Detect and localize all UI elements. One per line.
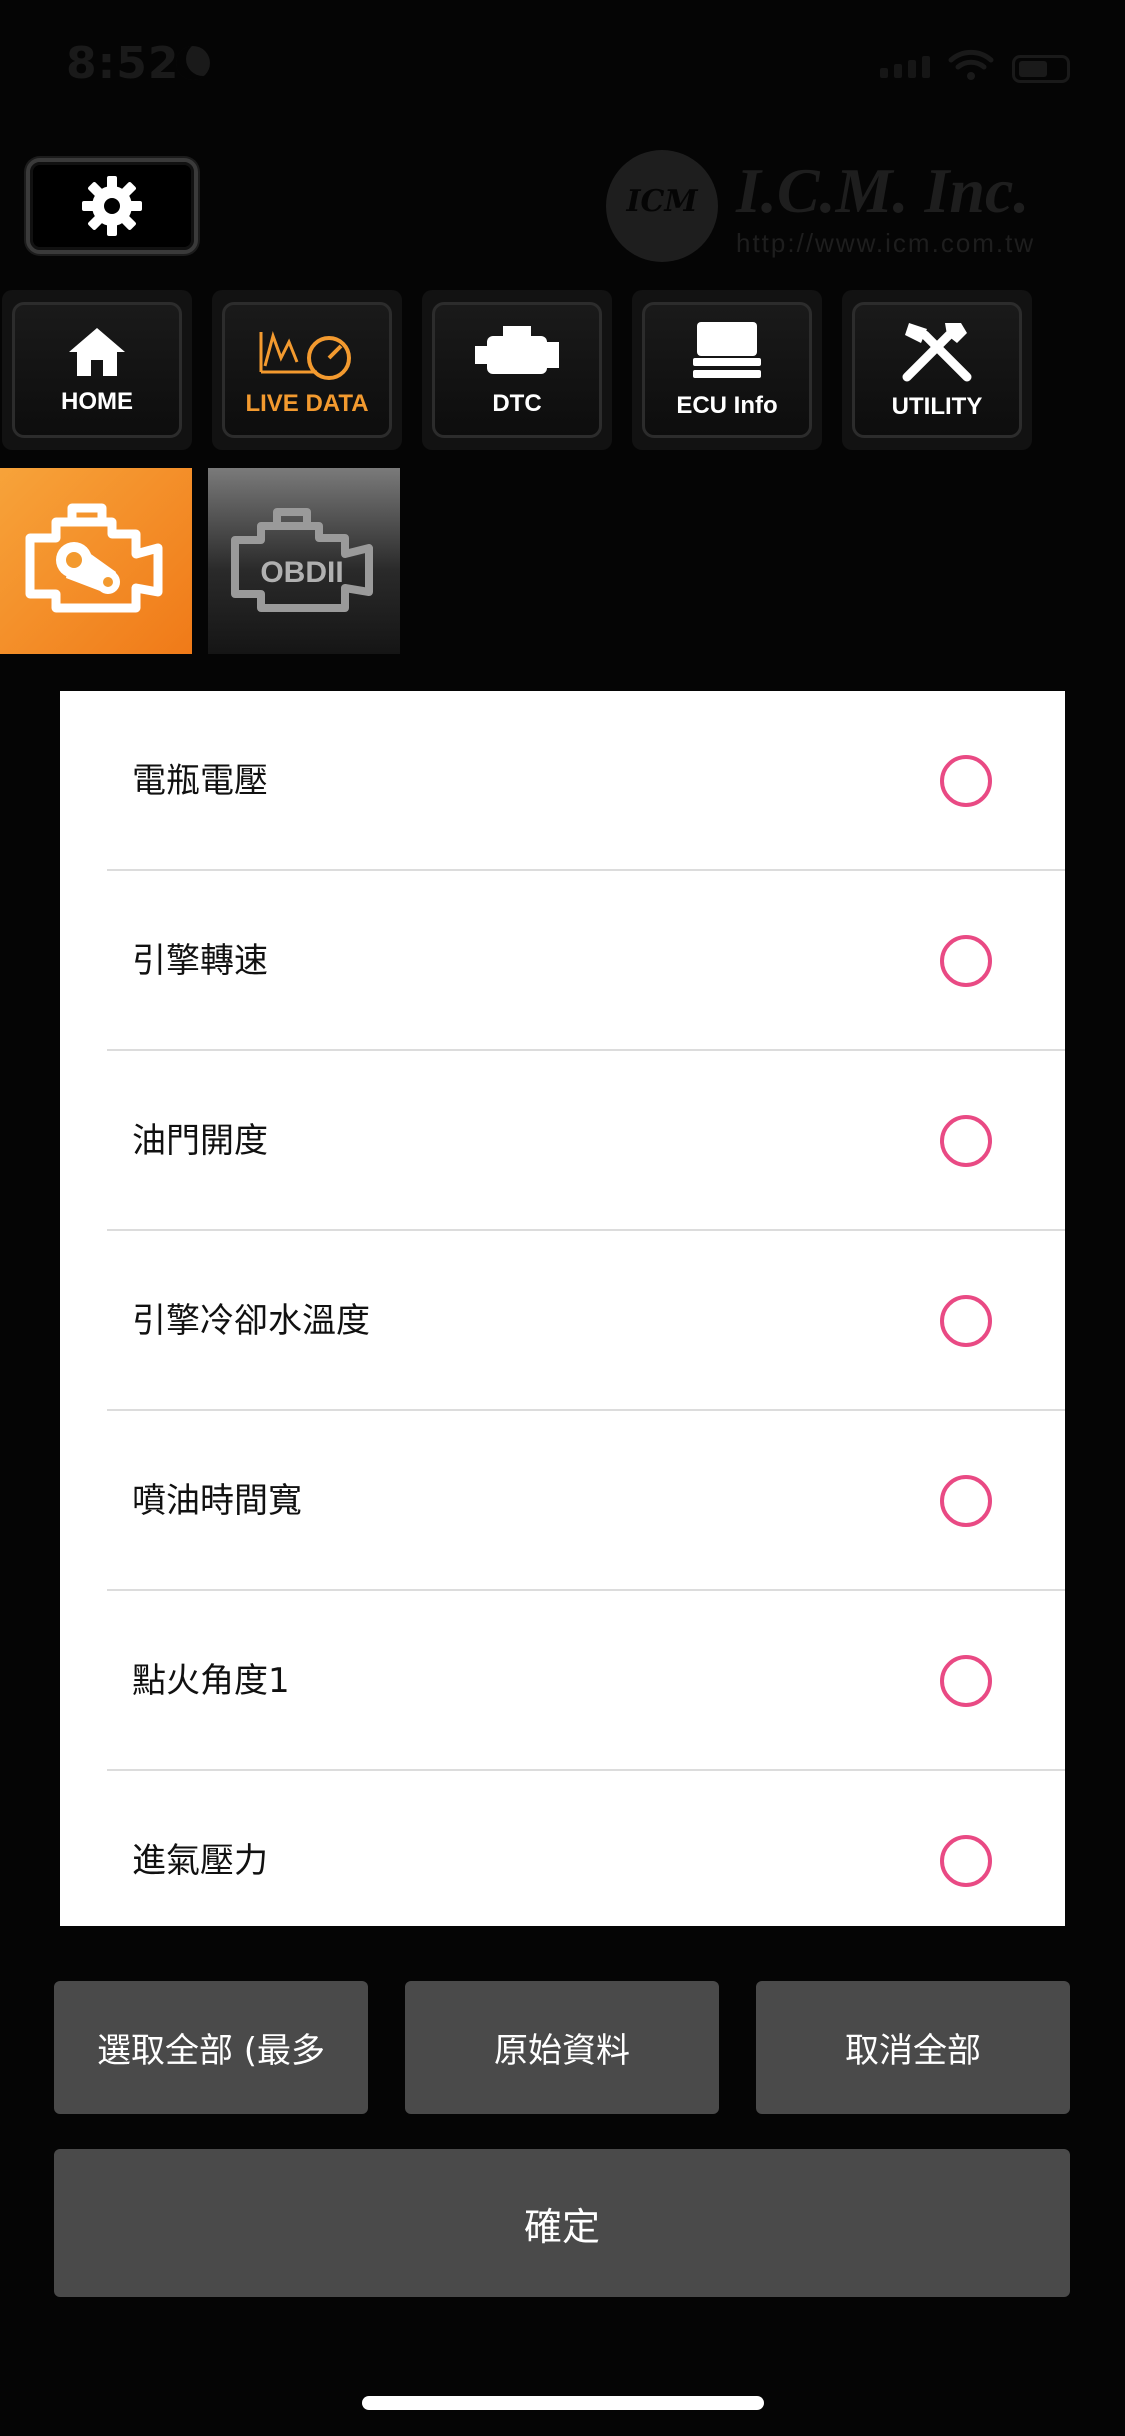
list-item[interactable]: 進氣壓力 <box>60 1771 1065 1926</box>
radio-button[interactable] <box>940 935 992 987</box>
home-indicator[interactable] <box>362 2396 764 2410</box>
tab-utility-label: UTILITY <box>891 393 983 420</box>
radio-button[interactable] <box>940 755 992 807</box>
select-all-button[interactable]: 選取全部 (最多 <box>54 1981 368 2114</box>
ecu-chip-icon <box>693 322 761 378</box>
tab-live-data-label: LIVE DATA <box>245 390 369 417</box>
list-item-label: 油門開度 <box>132 1121 268 1161</box>
wifi-icon <box>948 49 994 80</box>
engine-mode-button[interactable] <box>0 468 192 654</box>
tab-dtc-label: DTC <box>492 390 542 417</box>
list-item[interactable]: 引擎轉速 <box>60 871 1065 1051</box>
tools-icon <box>902 323 972 382</box>
radio-button[interactable] <box>940 1295 992 1347</box>
list-item[interactable]: 電瓶電壓 <box>60 691 1065 871</box>
list-item[interactable]: 引擎冷卻水溫度 <box>60 1231 1065 1411</box>
raw-data-button[interactable]: 原始資料 <box>405 1981 719 2114</box>
tab-dtc[interactable]: DTC <box>422 290 612 450</box>
obdii-label: OBDII <box>260 556 343 589</box>
logo-url: http://www.icm.com.tw <box>736 228 1036 258</box>
list-item-label: 噴油時間寬 <box>132 1481 302 1521</box>
engine-belt-icon <box>25 503 163 613</box>
engine-icon <box>475 326 559 374</box>
list-item-label: 電瓶電壓 <box>132 761 268 801</box>
app-screen: 8:52 ICM I.C.M. Inc. http://www.icm.com.… <box>0 0 1125 2436</box>
obdii-engine-icon: OBDII <box>231 508 373 612</box>
list-item-label: 引擎冷卻水溫度 <box>132 1301 370 1341</box>
list-item[interactable]: 點火角度1 <box>60 1591 1065 1771</box>
radio-button[interactable] <box>940 1835 992 1887</box>
tab-live-data[interactable]: LIVE DATA <box>212 290 402 450</box>
cellular-signal-icon <box>880 56 930 78</box>
tab-home[interactable]: HOME <box>2 290 192 450</box>
radio-button[interactable] <box>940 1115 992 1167</box>
list-item[interactable]: 噴油時間寬 <box>60 1411 1065 1591</box>
status-bar: 8:52 <box>0 0 1125 140</box>
settings-button[interactable] <box>26 158 198 254</box>
list-item[interactable]: 油門開度 <box>60 1051 1065 1231</box>
list-item-label: 引擎轉速 <box>132 941 268 981</box>
live-data-list[interactable]: 電瓶電壓 引擎轉速 油門開度 引擎冷卻水溫度 噴油時間寬 點火角度1 進氣壓力 <box>60 691 1065 1926</box>
list-item-label: 進氣壓力 <box>132 1841 268 1881</box>
status-time: 8:52 <box>66 38 180 89</box>
tab-utility[interactable]: UTILITY <box>842 290 1032 450</box>
radio-button[interactable] <box>940 1475 992 1527</box>
logo-mark-text: ICM <box>626 184 698 219</box>
gauge-chart-icon <box>259 331 351 380</box>
tab-home-label: HOME <box>61 388 133 415</box>
tab-ecu-info[interactable]: ECU Info <box>632 290 822 450</box>
moon-icon <box>176 46 210 80</box>
confirm-button[interactable]: 確定 <box>54 2149 1070 2297</box>
list-item-label: 點火角度1 <box>132 1661 290 1701</box>
logo-company-name: I.C.M. Inc. <box>736 155 1030 226</box>
clear-all-button[interactable]: 取消全部 <box>756 1981 1070 2114</box>
gear-icon <box>82 176 142 236</box>
tab-ecu-info-label: ECU Info <box>676 392 778 419</box>
battery-icon <box>1012 55 1070 83</box>
house-icon <box>69 328 125 376</box>
company-logo: ICM I.C.M. Inc. http://www.icm.com.tw <box>606 148 1076 268</box>
obdii-mode-button[interactable]: OBDII <box>208 468 400 654</box>
radio-button[interactable] <box>940 1655 992 1707</box>
